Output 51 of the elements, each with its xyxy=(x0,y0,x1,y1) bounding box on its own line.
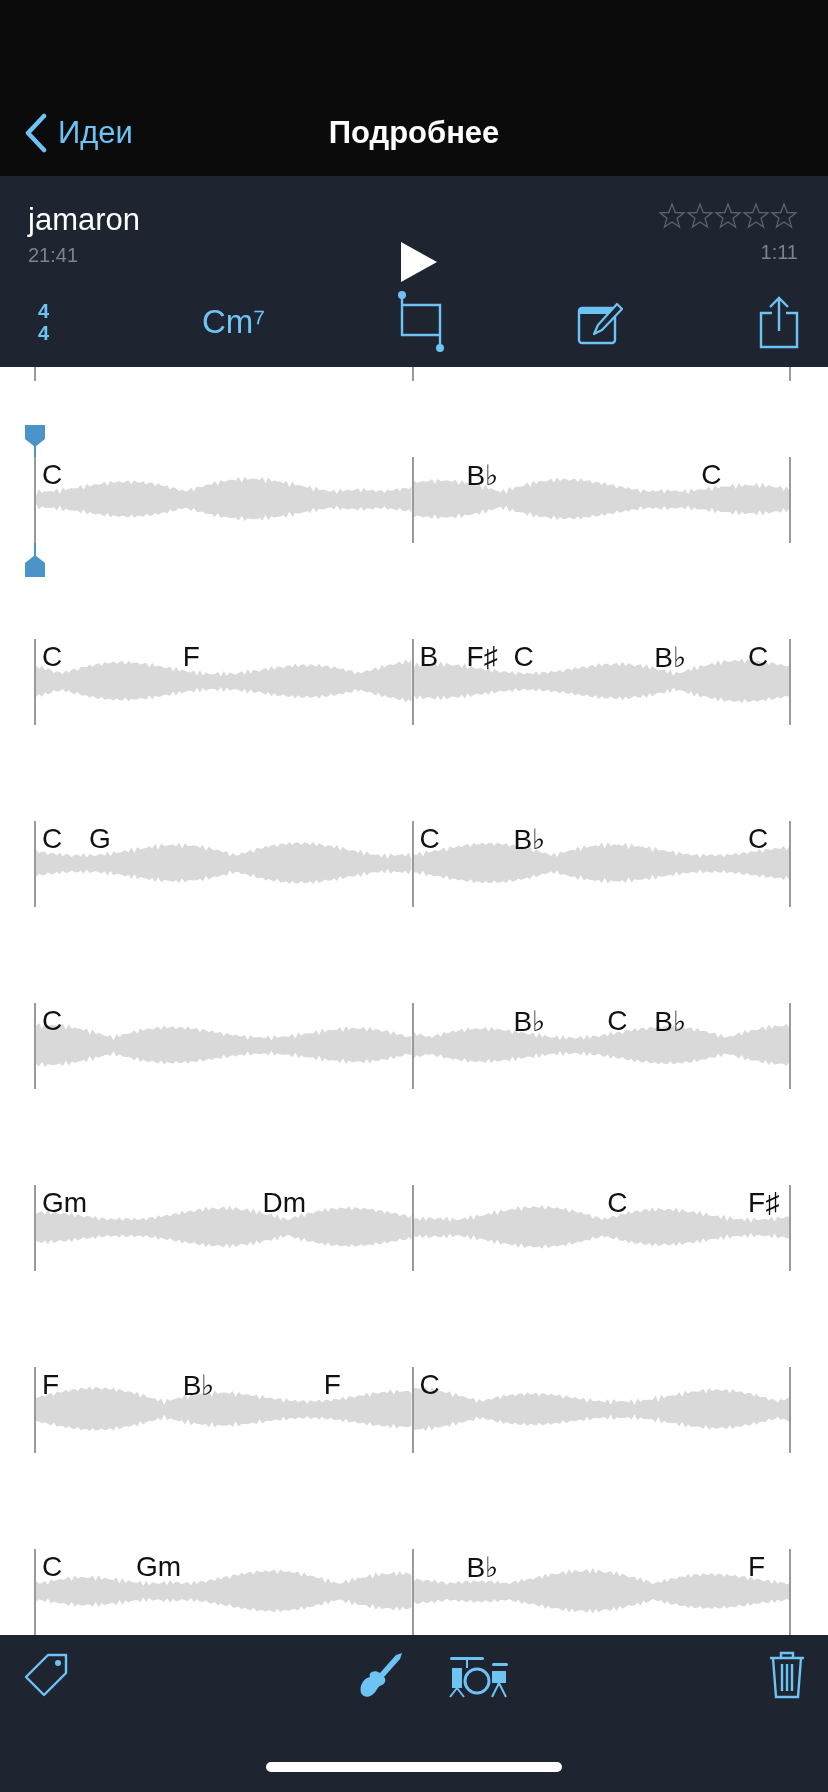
guitar-button[interactable] xyxy=(358,1651,404,1699)
chord-label: F♯ xyxy=(466,641,498,673)
chord-label: F♯ xyxy=(748,1187,780,1219)
screen-title: Подробнее xyxy=(328,115,500,150)
chord-label: C xyxy=(42,641,63,673)
time-signature[interactable]: 4 4 xyxy=(38,299,50,344)
chord-label: Gm xyxy=(42,1187,88,1219)
key-button[interactable]: Cm⁷ xyxy=(202,302,266,341)
chord-label: C xyxy=(513,641,534,673)
chord-label: C xyxy=(42,1005,63,1037)
chord-label: C xyxy=(42,1551,63,1583)
star-icon[interactable] xyxy=(770,202,798,229)
chord-label: C xyxy=(42,823,63,855)
chord-label: F xyxy=(323,1369,341,1401)
star-icon[interactable] xyxy=(658,202,686,229)
chord-label: C xyxy=(42,459,63,491)
chord-label: C xyxy=(607,1187,628,1219)
duration: 1:11 xyxy=(760,241,798,264)
recording-name: jamaron xyxy=(28,202,140,238)
star-icon[interactable] xyxy=(686,202,714,229)
chord-label: B♭ xyxy=(654,641,686,674)
share-button[interactable] xyxy=(757,294,800,349)
chord-label: C xyxy=(748,641,769,673)
chord-label: C xyxy=(419,823,440,855)
tag-button[interactable] xyxy=(22,1651,70,1699)
chord-label: B♭ xyxy=(182,1369,215,1402)
chord-label: C xyxy=(748,823,769,855)
chord-label: Gm xyxy=(135,1551,181,1583)
chord-label: B♭ xyxy=(513,823,546,856)
chord-label: F xyxy=(748,1551,766,1583)
chord-label: C xyxy=(701,459,722,491)
recording-time: 21:41 xyxy=(28,244,80,267)
chord-label: B♭ xyxy=(513,1005,546,1038)
chord-label: G xyxy=(88,823,111,855)
trash-button[interactable] xyxy=(768,1650,806,1700)
crop-button[interactable] xyxy=(398,290,445,353)
chord-label: C xyxy=(607,1005,628,1037)
chord-label: Dm xyxy=(262,1187,307,1219)
play-icon[interactable] xyxy=(399,240,439,284)
star-icon[interactable] xyxy=(742,202,770,229)
chord-label: B♭ xyxy=(466,1551,499,1584)
chord-label: F xyxy=(182,641,200,673)
chord-label: B♭ xyxy=(466,459,499,492)
chevron-icon xyxy=(24,113,48,153)
back-button[interactable]: Идеи xyxy=(24,113,133,153)
star-icon[interactable] xyxy=(714,202,742,229)
chord-label: C xyxy=(419,1369,440,1401)
chord-label: F xyxy=(42,1369,60,1401)
star-rating[interactable] xyxy=(658,202,798,229)
chord-label: B♭ xyxy=(654,1005,686,1038)
chord-label: B xyxy=(419,641,439,673)
